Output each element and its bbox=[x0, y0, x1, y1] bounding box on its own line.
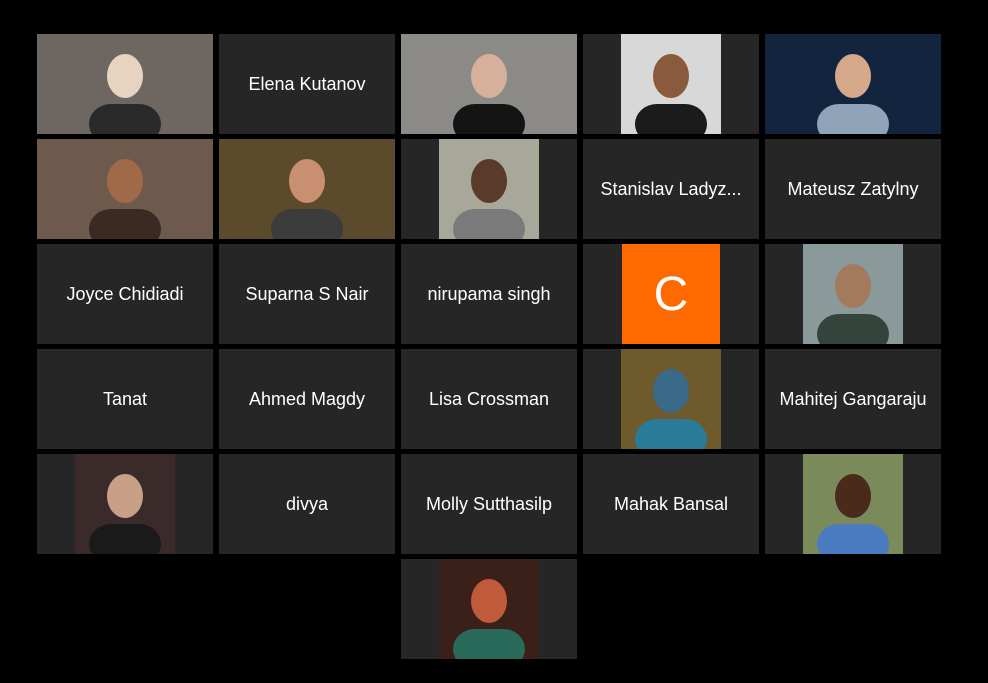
participant-video bbox=[803, 454, 903, 554]
participant-tile[interactable] bbox=[765, 454, 941, 554]
participant-tile[interactable]: divya bbox=[219, 454, 395, 554]
participant-name: nirupama singh bbox=[427, 283, 551, 304]
participant-name: divya bbox=[285, 493, 329, 514]
participant-name: Molly Sutthasilp bbox=[425, 493, 553, 514]
participant-tile[interactable] bbox=[765, 244, 941, 344]
participant-video bbox=[621, 34, 721, 134]
avatar-initial: C bbox=[622, 244, 720, 344]
participant-video bbox=[803, 244, 903, 344]
gallery-view: Elena Kutanov Stanislav Ladyz... Mateusz Z… bbox=[0, 0, 988, 683]
participant-tile[interactable]: Tanat bbox=[37, 349, 213, 449]
participant-name: Ahmed Magdy bbox=[248, 388, 366, 409]
participant-name: Mateusz Zatylny bbox=[787, 178, 919, 199]
participant-tile[interactable]: Mateusz Zatylny bbox=[765, 139, 941, 239]
participant-name: Suparna S Nair bbox=[245, 283, 369, 304]
participant-name: Stanislav Ladyz... bbox=[600, 178, 742, 199]
participant-tile[interactable]: C bbox=[583, 244, 759, 344]
person-silhouette-icon bbox=[817, 54, 889, 134]
person-silhouette-icon bbox=[89, 159, 161, 239]
participant-video bbox=[439, 139, 539, 239]
participant-tile[interactable] bbox=[765, 34, 941, 134]
person-silhouette-icon bbox=[271, 159, 343, 239]
participant-tile[interactable]: nirupama singh bbox=[401, 244, 577, 344]
participant-video bbox=[75, 454, 175, 554]
participant-video bbox=[765, 34, 941, 134]
participant-video bbox=[401, 34, 577, 134]
participant-tile[interactable] bbox=[401, 559, 577, 659]
participant-tile[interactable]: Mahak Bansal bbox=[583, 454, 759, 554]
participant-video bbox=[219, 139, 395, 239]
participant-tile[interactable]: Joyce Chidiadi bbox=[37, 244, 213, 344]
person-silhouette-icon bbox=[89, 54, 161, 134]
person-silhouette-icon bbox=[453, 159, 525, 239]
participant-tile[interactable] bbox=[401, 34, 577, 134]
participant-tile[interactable]: Suparna S Nair bbox=[219, 244, 395, 344]
participant-tile[interactable]: Ahmed Magdy bbox=[219, 349, 395, 449]
participant-tile[interactable] bbox=[37, 454, 213, 554]
participant-name: Lisa Crossman bbox=[428, 388, 550, 409]
person-silhouette-icon bbox=[635, 54, 707, 134]
person-silhouette-icon bbox=[817, 264, 889, 344]
participant-video bbox=[37, 34, 213, 134]
participant-name: Tanat bbox=[102, 388, 148, 409]
participant-video bbox=[621, 349, 721, 449]
participant-tile[interactable]: Elena Kutanov bbox=[219, 34, 395, 134]
participant-video bbox=[439, 559, 539, 659]
participant-name: Mahitej Gangaraju bbox=[779, 388, 927, 409]
participant-tile[interactable] bbox=[37, 139, 213, 239]
participant-tile[interactable] bbox=[219, 139, 395, 239]
participant-tile[interactable]: Lisa Crossman bbox=[401, 349, 577, 449]
participant-tile[interactable]: Stanislav Ladyz... bbox=[583, 139, 759, 239]
participant-tile[interactable]: Mahitej Gangaraju bbox=[765, 349, 941, 449]
participant-tile[interactable] bbox=[37, 34, 213, 134]
participant-tile[interactable] bbox=[401, 139, 577, 239]
person-silhouette-icon bbox=[635, 369, 707, 449]
participant-name: Mahak Bansal bbox=[613, 493, 729, 514]
participant-name: Joyce Chidiadi bbox=[66, 283, 184, 304]
participant-tile[interactable] bbox=[583, 349, 759, 449]
participant-name: Elena Kutanov bbox=[248, 73, 366, 94]
person-silhouette-icon bbox=[89, 474, 161, 554]
person-silhouette-icon bbox=[817, 474, 889, 554]
participant-video bbox=[37, 139, 213, 239]
participant-tile[interactable] bbox=[583, 34, 759, 134]
participant-tile[interactable]: Molly Sutthasilp bbox=[401, 454, 577, 554]
person-silhouette-icon bbox=[453, 579, 525, 659]
person-silhouette-icon bbox=[453, 54, 525, 134]
